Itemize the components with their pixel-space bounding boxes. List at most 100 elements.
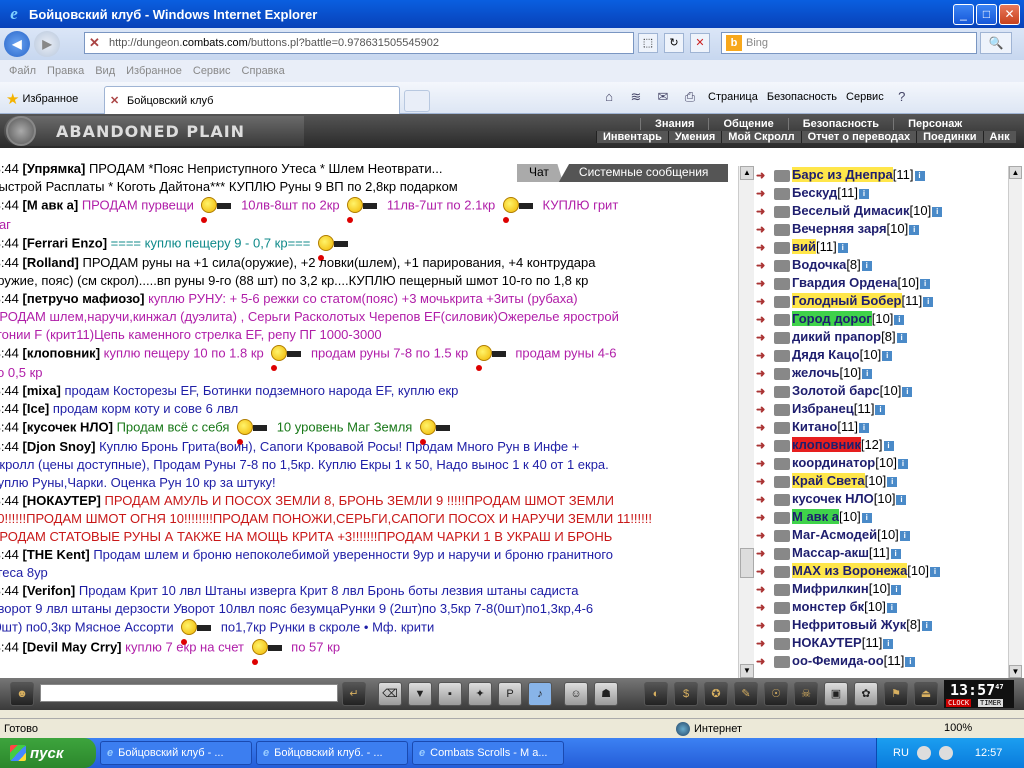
home-icon[interactable]: ⌂ xyxy=(600,89,618,105)
chat-mode-icon[interactable]: ☻ xyxy=(10,682,34,706)
nav-character[interactable]: Персонаж xyxy=(893,118,976,130)
player-name[interactable]: М авк а xyxy=(792,509,840,524)
mask-icon[interactable]: ☉ xyxy=(764,682,788,706)
player-row[interactable]: ➜ Край Света[10] i xyxy=(756,472,1008,490)
player-row[interactable]: ➜ вий[11] i xyxy=(756,238,1008,256)
timer-tab[interactable]: TIMER xyxy=(978,699,1004,707)
player-name[interactable]: Избранец xyxy=(792,401,854,416)
helmet-icon[interactable]: ☗ xyxy=(594,682,618,706)
player-name[interactable]: Гвардия Ордена xyxy=(792,275,897,290)
tab-chat[interactable]: Чат xyxy=(517,164,563,182)
player-name[interactable]: оо-Фемида-оо xyxy=(792,653,884,668)
help-icon[interactable]: ? xyxy=(893,89,911,105)
feeds-icon[interactable]: ≋ xyxy=(627,89,645,105)
menu-favorites[interactable]: Избранное xyxy=(126,65,182,77)
player-row[interactable]: ➜ Мифрилкин[10] i xyxy=(756,580,1008,598)
private-arrow-icon[interactable]: ➜ xyxy=(756,581,774,599)
menu-file[interactable]: Файл xyxy=(9,65,36,77)
player-name[interactable]: Водочка xyxy=(792,257,846,272)
info-icon[interactable]: i xyxy=(929,566,940,577)
minimize-button[interactable]: _ xyxy=(953,3,974,25)
paw-icon[interactable]: ✿ xyxy=(854,682,878,706)
flag-icon[interactable]: ⚑ xyxy=(884,682,908,706)
nav-security[interactable]: Безопасность xyxy=(787,118,893,130)
private-arrow-icon[interactable]: ➜ xyxy=(756,383,774,401)
skull-icon[interactable]: ☠ xyxy=(794,682,818,706)
player-name[interactable]: желочь xyxy=(792,365,840,380)
nav-transfers[interactable]: Отчет о переводах xyxy=(800,131,917,143)
chat-nick[interactable]: [Djon Snoy] xyxy=(23,439,100,454)
print-icon[interactable]: ⎙ xyxy=(681,89,699,105)
player-name[interactable]: Маг-Асмодей xyxy=(792,527,877,542)
info-icon[interactable]: i xyxy=(891,584,902,595)
search-button[interactable]: 🔍 xyxy=(980,32,1012,54)
language-indicator[interactable]: RU xyxy=(893,747,909,759)
private-arrow-icon[interactable]: ➜ xyxy=(756,275,774,293)
player-row[interactable]: ➜ оо-Фемида-оо[11] i xyxy=(756,652,1008,670)
exit-icon[interactable]: ⏏ xyxy=(914,682,938,706)
chat-nick[interactable]: [Devil May Crry] xyxy=(23,639,126,654)
filter-icon[interactable]: ▼ xyxy=(408,682,432,706)
chat-nick[interactable]: [mixa] xyxy=(23,383,65,398)
info-icon[interactable]: i xyxy=(859,188,870,199)
info-icon[interactable]: i xyxy=(859,422,870,433)
chat-nick[interactable]: [кусочек НЛО] xyxy=(23,419,117,434)
chat-nick[interactable]: [Ferrari Enzo] xyxy=(23,235,111,250)
player-row[interactable]: ➜ Маг-Асмодей[10] i xyxy=(756,526,1008,544)
player-name[interactable]: МАХ из Воронежа xyxy=(792,563,908,578)
chat-nick[interactable]: [M авк а] xyxy=(23,197,82,212)
compat-icon[interactable]: ⬚ xyxy=(638,33,658,53)
back-button[interactable]: ◀ xyxy=(4,31,30,57)
private-arrow-icon[interactable]: ➜ xyxy=(756,563,774,581)
smiles-icon[interactable]: ☺ xyxy=(564,682,588,706)
player-name[interactable]: Голодный Бобер xyxy=(792,293,902,308)
info-icon[interactable]: i xyxy=(837,242,848,253)
player-row[interactable]: ➜ Гвардия Ордена[10] i xyxy=(756,274,1008,292)
zoom-level[interactable]: 100% xyxy=(944,722,972,734)
player-row[interactable]: ➜ НОКАУТЕР[11] i xyxy=(756,634,1008,652)
player-row[interactable]: ➜ Бескуд[11] i xyxy=(756,184,1008,202)
info-icon[interactable]: i xyxy=(921,620,932,631)
private-arrow-icon[interactable]: ➜ xyxy=(756,185,774,203)
player-name[interactable]: Бескуд xyxy=(792,185,837,200)
player-row[interactable]: ➜ кусочек НЛО[10] i xyxy=(756,490,1008,508)
player-name[interactable]: кусочек НЛО xyxy=(792,491,874,506)
private-arrow-icon[interactable]: ➜ xyxy=(756,311,774,329)
chat-nick[interactable]: [THE Kent] xyxy=(23,547,94,562)
player-name[interactable]: Веселый Димасик xyxy=(792,203,910,218)
private-arrow-icon[interactable]: ➜ xyxy=(756,257,774,275)
info-icon[interactable]: i xyxy=(894,314,905,325)
player-row[interactable]: ➜ координатор[10] i xyxy=(756,454,1008,472)
tray-icon[interactable] xyxy=(916,746,931,760)
chat-nick[interactable]: [Rolland] xyxy=(23,255,83,270)
player-name[interactable]: Барс из Днепра xyxy=(792,167,893,182)
info-icon[interactable]: i xyxy=(887,476,898,487)
player-name[interactable]: координатор xyxy=(792,455,875,470)
chat-input[interactable] xyxy=(40,684,338,702)
lock-icon[interactable]: ▣ xyxy=(824,682,848,706)
menu-edit[interactable]: Правка xyxy=(47,65,84,77)
player-name[interactable]: Край Света xyxy=(792,473,865,488)
cmd-tools[interactable]: Сервис xyxy=(846,91,884,103)
info-icon[interactable]: i xyxy=(896,494,907,505)
info-icon[interactable]: i xyxy=(905,656,916,667)
info-icon[interactable]: i xyxy=(902,386,913,397)
taskbar-item[interactable]: e Бойцовский клуб. - ... xyxy=(256,741,408,765)
player-list-scrollbar[interactable]: ▲ ▼ xyxy=(1008,166,1022,678)
player-name[interactable]: НОКАУТЕР xyxy=(792,635,862,650)
tab-system-messages[interactable]: Системные сообщения xyxy=(558,164,729,182)
private-icon[interactable]: P xyxy=(498,682,522,706)
taskbar-item[interactable]: e Бойцовский клуб - ... xyxy=(100,741,252,765)
private-arrow-icon[interactable]: ➜ xyxy=(756,635,774,653)
chat-nick[interactable]: [Упрямка] xyxy=(23,161,89,176)
nav-duels[interactable]: Поединки xyxy=(916,131,982,143)
send-icon[interactable]: ↵ xyxy=(342,682,366,706)
info-icon[interactable]: i xyxy=(883,440,894,451)
money-icon[interactable]: $ xyxy=(674,682,698,706)
private-arrow-icon[interactable]: ➜ xyxy=(756,329,774,347)
info-icon[interactable]: i xyxy=(861,512,872,523)
scroll-down-icon[interactable]: ▼ xyxy=(740,664,754,678)
private-arrow-icon[interactable]: ➜ xyxy=(756,653,774,671)
info-icon[interactable]: i xyxy=(875,404,886,415)
info-icon[interactable]: i xyxy=(897,458,908,469)
